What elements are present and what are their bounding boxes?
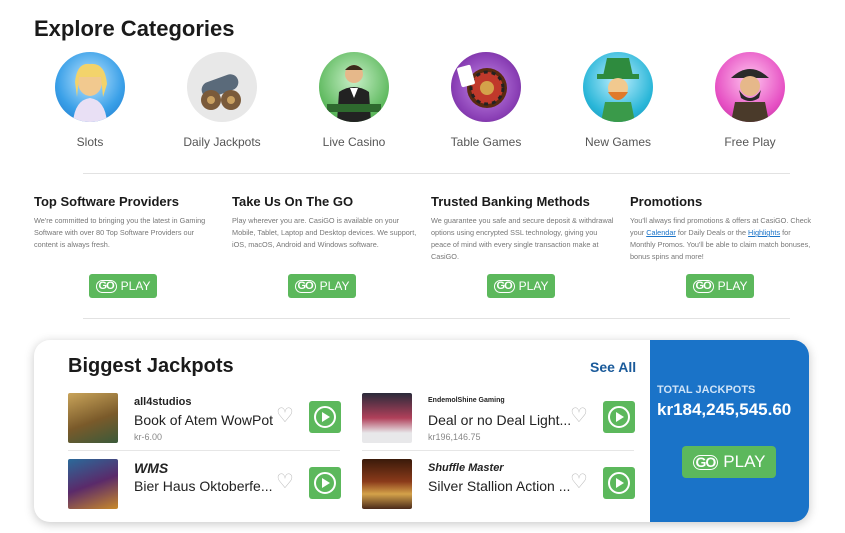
category-slots[interactable]: Slots: [24, 52, 156, 149]
category-live-casino[interactable]: Live Casino: [288, 52, 420, 149]
jackpot-amount: kr-6.00: [134, 432, 163, 442]
play-label: PLAY: [319, 279, 350, 293]
game-name[interactable]: Silver Stallion Action ...: [428, 478, 570, 494]
calendar-link[interactable]: Calendar: [646, 228, 676, 237]
game-play-button[interactable]: [603, 401, 635, 433]
category-label: Slots: [76, 135, 104, 149]
category-daily-jackpots[interactable]: Daily Jackpots: [156, 52, 288, 149]
game-thumbnail[interactable]: [68, 459, 118, 509]
jackpots-title: Biggest Jackpots: [68, 355, 234, 377]
total-jackpots-amount: kr184,245,545.60: [657, 400, 792, 419]
play-button-banking[interactable]: GO PLAY: [487, 274, 555, 298]
info-take-us-on-the-go: Take Us On The GO Play wherever you are.…: [232, 194, 417, 275]
game-thumbnail[interactable]: [362, 393, 412, 443]
go-logo-icon: GO: [95, 279, 117, 293]
game-name[interactable]: Bier Haus Oktoberfe...: [134, 478, 273, 494]
heart-icon[interactable]: ♡: [570, 472, 588, 492]
provider-logo: WMS: [134, 460, 169, 476]
category-label: Free Play: [724, 135, 776, 149]
play-icon: [314, 472, 336, 494]
explore-categories-title: Explore Categories: [34, 16, 235, 41]
category-label: Daily Jackpots: [183, 135, 261, 149]
game-thumbnail[interactable]: [362, 459, 412, 509]
row-separator: [68, 450, 340, 451]
jackpot-game-deal-or-no-deal[interactable]: EndemolShine Gaming Deal or no Deal Ligh…: [362, 393, 652, 445]
play-label: PLAY: [518, 279, 549, 293]
go-logo-icon: GO: [692, 279, 714, 293]
go-logo-icon: GO: [294, 279, 316, 293]
provider-logo: all4studios: [134, 396, 192, 408]
category-free-play[interactable]: Free Play: [684, 52, 816, 149]
game-play-button[interactable]: [603, 467, 635, 499]
game-play-button[interactable]: [309, 401, 341, 433]
play-label: PLAY: [120, 279, 151, 293]
jackpot-amount: kr196,146.75: [428, 432, 481, 442]
go-logo-icon: GO: [493, 279, 515, 293]
roulette-icon: [451, 52, 521, 122]
jackpot-game-silver-stallion[interactable]: Shuffle Master Silver Stallion Action ..…: [362, 459, 652, 511]
total-jackpots-label: TOTAL JACKPOTS: [657, 384, 756, 396]
info-text: We guarantee you safe and secure deposit…: [431, 216, 614, 261]
provider-logo: EndemolShine Gaming: [428, 397, 505, 404]
total-play-button[interactable]: GO PLAY: [682, 446, 776, 478]
play-button-mobile[interactable]: GO PLAY: [288, 274, 356, 298]
play-button-promotions[interactable]: GO PLAY: [686, 274, 754, 298]
play-icon: [314, 406, 336, 428]
play-label: PLAY: [723, 452, 766, 471]
category-table-games[interactable]: Table Games: [420, 52, 552, 149]
row-separator: [362, 450, 634, 451]
total-jackpots-panel: TOTAL JACKPOTS kr184,245,545.60 GO PLAY: [650, 340, 809, 522]
info-promotions: Promotions You'll always find promotions…: [630, 194, 815, 275]
category-label: Table Games: [450, 135, 522, 149]
slots-character-icon: [55, 52, 125, 122]
heart-icon[interactable]: ♡: [276, 472, 294, 492]
info-banking-methods: Trusted Banking Methods We guarantee you…: [431, 194, 616, 275]
category-new-games[interactable]: New Games: [552, 52, 684, 149]
play-icon: [608, 472, 630, 494]
category-label: New Games: [584, 135, 652, 149]
biggest-jackpots-card: Biggest Jackpots See All all4studios Boo…: [34, 340, 809, 522]
info-software-providers: Top Software Providers We're committed t…: [34, 194, 219, 275]
game-name[interactable]: Book of Atem WowPot: [134, 412, 273, 428]
play-icon: [608, 406, 630, 428]
category-list: Slots Daily Jackpots Live Casino Table G…: [24, 52, 824, 152]
info-text: Play wherever you are. CasiGO is availab…: [232, 216, 417, 249]
info-title: Trusted Banking Methods: [431, 194, 590, 209]
game-name[interactable]: Deal or no Deal Light...: [428, 412, 571, 428]
info-title: Promotions: [630, 194, 703, 209]
heart-icon[interactable]: ♡: [570, 406, 588, 426]
info-text: You'll always find promotions & offers a…: [630, 215, 815, 275]
cannon-icon: [187, 52, 257, 122]
promo-text-b: for Daily Deals or the: [675, 228, 749, 237]
jackpot-game-bier-haus[interactable]: WMS Bier Haus Oktoberfe... ♡: [68, 459, 358, 511]
jackpot-game-book-of-atem[interactable]: all4studios Book of Atem WowPot kr-6.00 …: [68, 393, 358, 445]
game-thumbnail[interactable]: [68, 393, 118, 443]
pirate-character-icon: [715, 52, 785, 122]
provider-logo: Shuffle Master: [428, 462, 504, 474]
category-label: Live Casino: [322, 135, 386, 149]
heart-icon[interactable]: ♡: [276, 406, 294, 426]
info-text: We're committed to bringing you the late…: [34, 216, 206, 249]
leprechaun-icon: [583, 52, 653, 122]
dealer-icon: [319, 52, 389, 122]
highlights-link[interactable]: Highlights: [748, 228, 780, 237]
go-logo-icon: GO: [692, 454, 719, 470]
section-divider: [83, 173, 790, 174]
play-label: PLAY: [717, 279, 748, 293]
play-button-software[interactable]: GO PLAY: [89, 274, 157, 298]
info-title: Top Software Providers: [34, 194, 179, 209]
info-title: Take Us On The GO: [232, 194, 354, 209]
section-divider: [83, 318, 790, 319]
see-all-link[interactable]: See All: [590, 359, 636, 375]
game-play-button[interactable]: [309, 467, 341, 499]
